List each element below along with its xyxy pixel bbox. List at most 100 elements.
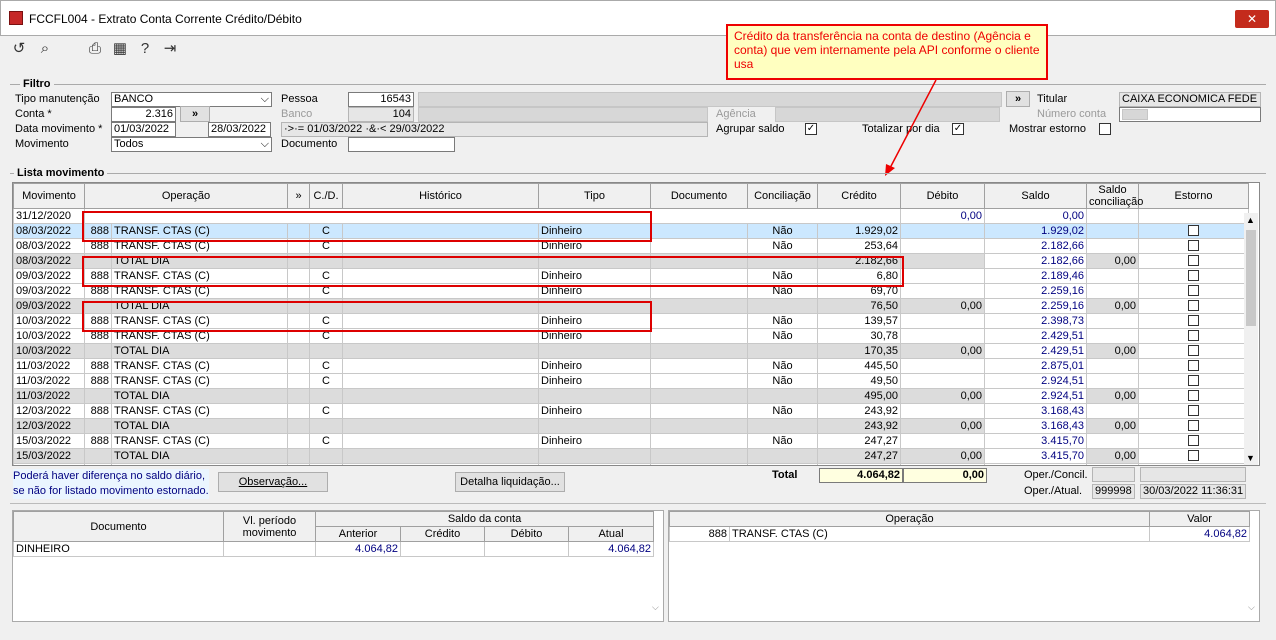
- estorno-checkbox[interactable]: [1188, 225, 1199, 237]
- total-dia-row[interactable]: 12/03/2022 TOTAL DIA 243,92 0,00 3.168,43 0,0…: [13, 418, 1249, 434]
- table-row[interactable]: 11/03/2022 888 TRANSF. CTAS (C) C Dinheiro Nã…: [13, 373, 1249, 389]
- cell-estorno[interactable]: [1138, 373, 1249, 389]
- estorno-checkbox[interactable]: [1188, 240, 1199, 252]
- pessoa-input[interactable]: 16543: [348, 92, 414, 107]
- estorno-checkbox[interactable]: [1188, 360, 1199, 372]
- col-saldo-conciliacao[interactable]: Saldo conciliação: [1086, 183, 1143, 209]
- conta-input[interactable]: 2.316: [111, 107, 176, 122]
- movimento-select[interactable]: Todos ⌵: [111, 137, 272, 152]
- h-valor[interactable]: Valor: [1149, 511, 1250, 527]
- col-documento[interactable]: Documento: [650, 183, 748, 209]
- cell-estorno[interactable]: [1138, 343, 1249, 359]
- cell-estorno[interactable]: [1138, 418, 1249, 434]
- cell-documento: [650, 328, 748, 344]
- col-historico[interactable]: Histórico: [342, 183, 539, 209]
- estorno-checkbox[interactable]: [1188, 255, 1199, 267]
- pessoa-lookup-button[interactable]: »: [1006, 91, 1030, 107]
- estorno-checkbox[interactable]: [1188, 390, 1199, 402]
- cell-estorno[interactable]: [1138, 328, 1249, 344]
- print-icon[interactable]: ⎙: [86, 40, 104, 58]
- right-panel-scroll-down-icon[interactable]: ⌵: [1248, 602, 1255, 613]
- col-cd[interactable]: C./D.: [309, 183, 343, 209]
- cell-estorno[interactable]: [1138, 358, 1249, 374]
- table-row[interactable]: 15/03/2022 888 TRANSF. CTAS (C) C Dinheiro Nã…: [13, 433, 1249, 449]
- estorno-checkbox[interactable]: [1188, 420, 1199, 432]
- saldo-documento-panel[interactable]: Documento Vl. período movimento Saldo da…: [12, 510, 664, 622]
- cell-estorno[interactable]: [1138, 223, 1249, 239]
- data-fim-input[interactable]: 28/03/2022: [208, 122, 271, 137]
- col-operacao[interactable]: Operação: [84, 183, 288, 209]
- col-conciliacao[interactable]: Conciliação: [747, 183, 818, 209]
- grid-scroll-thumb[interactable]: [1246, 230, 1256, 326]
- close-button[interactable]: ✕: [1235, 10, 1269, 28]
- estorno-checkbox[interactable]: [1188, 300, 1199, 312]
- estorno-checkbox[interactable]: [1188, 450, 1199, 462]
- table-row[interactable]: 12/03/2022 888 TRANSF. CTAS (C) C Dinheiro Nã…: [13, 403, 1249, 419]
- col-credito[interactable]: Crédito: [817, 183, 901, 209]
- saldo-row[interactable]: DINHEIRO 4.064,82 4.064,82: [13, 541, 655, 557]
- estorno-checkbox[interactable]: [1188, 345, 1199, 357]
- total-dia-row[interactable]: 15/03/2022 TOTAL DIA 247,27 0,00 3.415,70 0,0…: [13, 448, 1249, 464]
- cell-saldo-conciliacao: [1086, 283, 1139, 299]
- table-row[interactable]: 11/03/2022 888 TRANSF. CTAS (C) C Dinheiro Nã…: [13, 358, 1249, 374]
- h-vl-periodo[interactable]: Vl. período movimento: [223, 511, 316, 542]
- mostrar-estorno-checkbox[interactable]: [1099, 123, 1111, 135]
- search-icon[interactable]: ⌕: [36, 40, 54, 58]
- banco-input[interactable]: 104: [348, 107, 414, 122]
- exit-icon[interactable]: ⇥: [161, 40, 179, 58]
- help-icon[interactable]: ?: [136, 40, 154, 58]
- h-documento[interactable]: Documento: [13, 511, 224, 542]
- estorno-checkbox[interactable]: [1188, 285, 1199, 297]
- h-saldo-conta[interactable]: Saldo da conta: [314, 511, 655, 527]
- cell-estorno[interactable]: [1138, 403, 1249, 419]
- detalha-liquidacao-button[interactable]: Detalha liquidação...: [455, 472, 565, 492]
- cell-estorno[interactable]: [1138, 298, 1249, 314]
- left-panel-scroll-down-icon[interactable]: ⌵: [652, 602, 659, 613]
- col-estorno[interactable]: Estorno: [1138, 183, 1249, 209]
- estorno-checkbox[interactable]: [1188, 270, 1199, 282]
- col-movimento[interactable]: Movimento: [13, 183, 85, 209]
- h-operacao[interactable]: Operação: [669, 511, 1150, 527]
- total-dia-row[interactable]: 10/03/2022 TOTAL DIA 170,35 0,00 2.429,51 0,0…: [13, 343, 1249, 359]
- col-debito[interactable]: Débito: [900, 183, 985, 209]
- operacao-valor-panel[interactable]: Operação Valor 888 TRANSF. CTAS (C) 4.06…: [668, 510, 1260, 622]
- totalizar-dia-checkbox[interactable]: ✓: [952, 123, 964, 135]
- oper-atual-user: 999998: [1092, 484, 1135, 499]
- calendar-icon[interactable]: ▦: [111, 40, 129, 58]
- cell-estorno[interactable]: [1138, 283, 1249, 299]
- observacao-button[interactable]: Observação...: [218, 472, 328, 492]
- cell-estorno[interactable]: [1138, 238, 1249, 254]
- conta-lookup-button[interactable]: »: [180, 106, 210, 122]
- estorno-checkbox[interactable]: [1188, 330, 1199, 342]
- cell-estorno[interactable]: [1138, 268, 1249, 284]
- documento-input[interactable]: [348, 137, 455, 152]
- col-expand[interactable]: »: [287, 183, 310, 209]
- col-tipo[interactable]: Tipo: [538, 183, 651, 209]
- estorno-checkbox[interactable]: [1188, 375, 1199, 387]
- table-row[interactable]: 17/03/2022888TRANSF. CTAS (C) C Dinheiro Nã…: [13, 463, 1249, 466]
- estorno-checkbox[interactable]: [1188, 315, 1199, 327]
- cell-estorno[interactable]: [1138, 433, 1249, 449]
- total-dia-row[interactable]: 11/03/2022 TOTAL DIA 495,00 0,00 2.924,51 0,0…: [13, 388, 1249, 404]
- cell-estorno[interactable]: [1138, 448, 1249, 464]
- agrupar-saldo-checkbox[interactable]: ✓: [805, 123, 817, 135]
- scroll-down-icon[interactable]: ▼: [1246, 453, 1255, 463]
- h-atual[interactable]: Atual: [567, 526, 655, 542]
- cell-estorno[interactable]: [1138, 463, 1249, 466]
- cell-historico: [342, 358, 539, 374]
- cell-estorno[interactable]: [1138, 253, 1249, 269]
- cell-estorno[interactable]: [1138, 313, 1249, 329]
- h-debito[interactable]: Débito: [484, 526, 569, 542]
- h-credito[interactable]: Crédito: [400, 526, 485, 542]
- refresh-icon[interactable]: ↺: [10, 40, 28, 58]
- col-saldo[interactable]: Saldo: [984, 183, 1087, 209]
- h-anterior[interactable]: Anterior: [315, 526, 401, 542]
- estorno-checkbox[interactable]: [1188, 435, 1199, 447]
- data-inicio-input[interactable]: 01/03/2022: [111, 122, 176, 137]
- scroll-up-icon[interactable]: ▲: [1246, 215, 1255, 225]
- estorno-checkbox[interactable]: [1188, 465, 1199, 466]
- cell-estorno[interactable]: [1138, 388, 1249, 404]
- tipo-manutencao-select[interactable]: BANCO ⌵: [111, 92, 272, 107]
- estorno-checkbox[interactable]: [1188, 405, 1199, 417]
- operacao-row[interactable]: 888 TRANSF. CTAS (C) 4.064,82: [669, 526, 1250, 542]
